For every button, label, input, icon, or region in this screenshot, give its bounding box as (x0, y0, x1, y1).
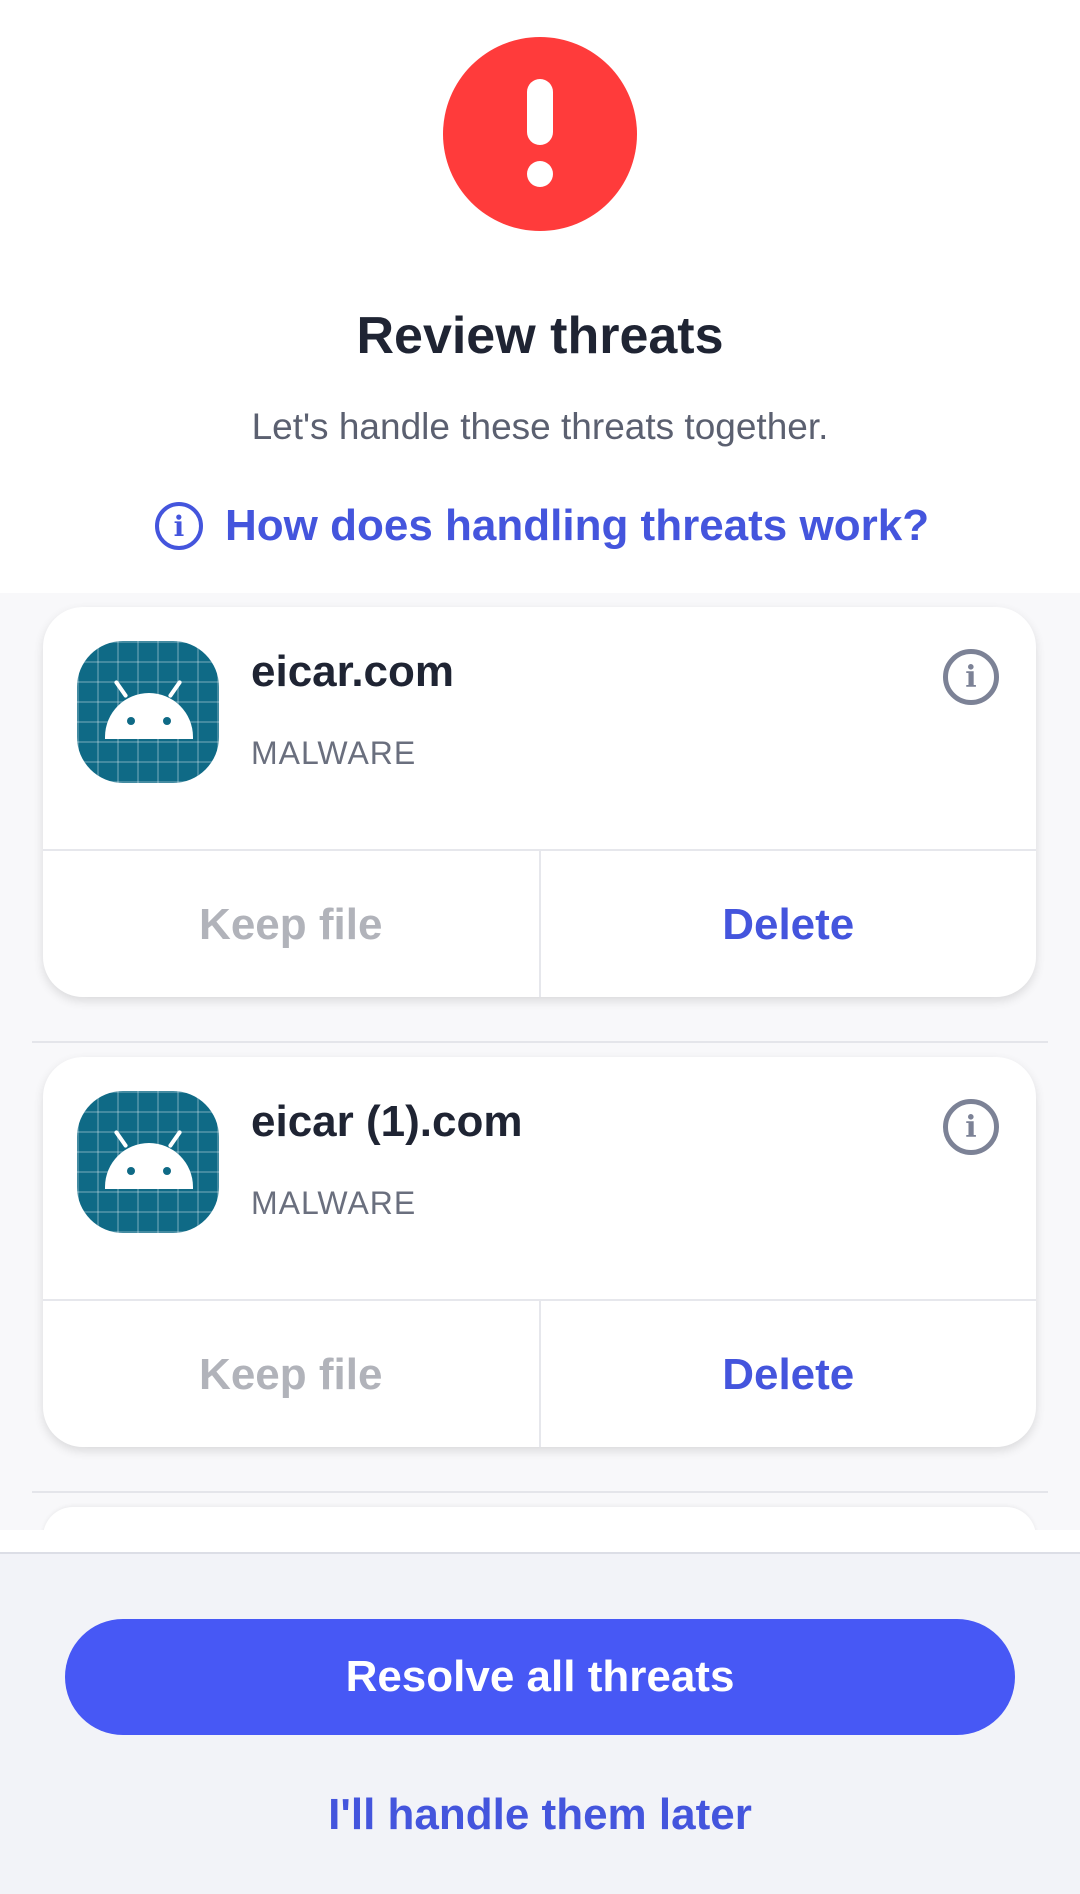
page-subtitle: Let's handle these threats together. (251, 406, 829, 447)
resolve-all-button[interactable]: Resolve all threats (65, 1619, 1015, 1735)
threat-name: eicar.com (251, 647, 455, 696)
threat-card: eicar.com MALWARE i Keep file Delete (43, 607, 1036, 997)
threat-info-icon[interactable]: i (943, 1099, 999, 1155)
android-app-icon (77, 1091, 219, 1233)
page-title: Review threats (356, 307, 724, 365)
footer-actions: Resolve all threats I'll handle them lat… (0, 1552, 1080, 1894)
threat-type: MALWARE (251, 735, 417, 771)
divider (32, 1491, 1048, 1493)
threat-card: eicar (1).com MALWARE i Keep file Delete (43, 1057, 1036, 1447)
threat-name: eicar (1).com (251, 1097, 523, 1146)
threat-card-partial (43, 1507, 1036, 1530)
how-it-works-link[interactable]: i How does handling threats work? (155, 496, 929, 556)
handle-later-link[interactable]: I'll handle them later (0, 1780, 1080, 1850)
delete-button[interactable]: Delete (541, 851, 1037, 997)
keep-file-button[interactable]: Keep file (43, 1301, 541, 1447)
threat-list[interactable]: eicar.com MALWARE i Keep file Delete eic… (0, 593, 1080, 1530)
threat-actions: Keep file Delete (43, 849, 1036, 997)
alert-exclamation-icon (443, 37, 637, 231)
threat-info-icon[interactable]: i (943, 649, 999, 705)
how-it-works-label: How does handling threats work? (225, 501, 930, 550)
threat-actions: Keep file Delete (43, 1299, 1036, 1447)
delete-button[interactable]: Delete (541, 1301, 1037, 1447)
divider (32, 1041, 1048, 1043)
threat-type: MALWARE (251, 1185, 417, 1221)
info-icon: i (155, 502, 203, 550)
android-app-icon (77, 641, 219, 783)
keep-file-button[interactable]: Keep file (43, 851, 541, 997)
review-threats-screen: Review threats Let's handle these threat… (0, 0, 1080, 1894)
